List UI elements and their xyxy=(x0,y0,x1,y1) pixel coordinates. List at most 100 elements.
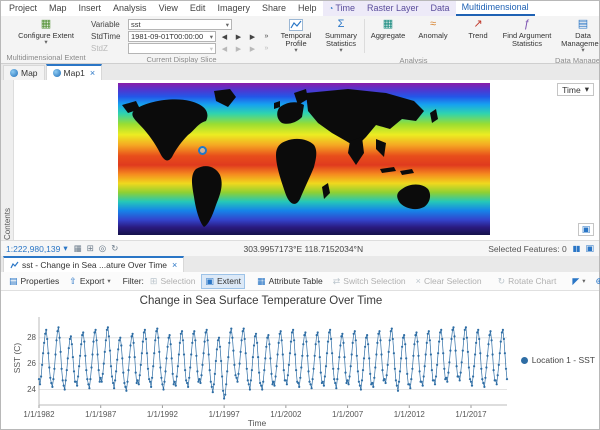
stdtime-label: StdTime xyxy=(91,32,125,41)
svg-text:26: 26 xyxy=(27,359,36,368)
sst-line-chart[interactable]: 2426281/1/19821/1/19871/1/19921/1/19971/… xyxy=(13,313,511,423)
rotate-chart-label: Rotate Chart xyxy=(508,276,556,286)
find-argument-statistics-label: Find Argument Statistics xyxy=(501,32,553,48)
chevron-down-icon: ▾ xyxy=(107,277,110,285)
group-label-analysis: Analysis xyxy=(274,55,553,64)
refresh-icon[interactable]: ↻ xyxy=(111,243,118,254)
stdz-step-forward-button: ▶ xyxy=(233,43,244,54)
coordinates-readout: 303.9957173°E 118.7152034°N xyxy=(243,244,363,254)
contents-pane-tab[interactable]: Contents xyxy=(1,80,14,240)
clock-icon: ◔ xyxy=(329,1,334,16)
stdtime-play-button[interactable]: ▶ xyxy=(247,31,258,42)
view-tab-map1-label: Map1 xyxy=(64,68,85,78)
view-tab-map1[interactable]: Map1 × xyxy=(46,64,103,80)
chart-pointer-tool-button[interactable]: ◤ ▾ xyxy=(568,274,589,289)
data-management-icon: ▤ xyxy=(576,18,590,31)
summary-statistics-button[interactable]: Σ Summary Statistics ▾ xyxy=(319,17,363,55)
switch-selection-icon: ⇄ xyxy=(333,276,341,287)
legend-dot xyxy=(521,357,528,364)
group-current-display-slice: Variable sst ▾ StdTime 1981-09-01T00:00:… xyxy=(90,17,273,63)
zoom-in-icon: ⊕ xyxy=(596,276,600,287)
chevron-down-icon: ▾ xyxy=(585,84,589,95)
filter-by-extent-button[interactable]: ▣ Extent xyxy=(201,274,245,289)
tab-multidimensional[interactable]: Multidimensional xyxy=(456,1,535,16)
aggregate-label: Aggregate xyxy=(371,32,406,40)
switch-selection-label: Switch Selection xyxy=(343,276,405,286)
tab-data[interactable]: Data xyxy=(425,1,456,16)
pause-drawing-icon[interactable]: ▮▮ xyxy=(573,244,580,253)
chevron-down-icon: ▾ xyxy=(210,33,213,41)
chart-panel-tab[interactable]: sst - Change in Sea ...ature Over Time × xyxy=(3,256,184,272)
tab-time[interactable]: ◔ Time xyxy=(323,1,362,16)
svg-text:28: 28 xyxy=(27,333,36,342)
data-management-button[interactable]: ▤ Data Management ▾ xyxy=(555,17,599,55)
chevron-down-icon: ▾ xyxy=(226,21,229,29)
configure-extent-button[interactable]: ▦ Configure Extent ▾ xyxy=(3,17,89,52)
tab-edit[interactable]: Edit xyxy=(184,1,212,16)
grid-toggle-icon[interactable]: ⊞ xyxy=(87,243,94,254)
tab-insert[interactable]: Insert xyxy=(73,1,108,16)
data-management-label: Data Management xyxy=(555,32,599,48)
temporal-profile-button[interactable]: Temporal Profile ▾ xyxy=(274,17,318,55)
time-dropdown-button[interactable]: Time ▾ xyxy=(557,83,594,96)
locate-icon[interactable]: ◎ xyxy=(99,243,106,254)
close-icon[interactable]: × xyxy=(90,68,95,78)
anomaly-label: Anomaly xyxy=(418,32,447,40)
tab-analysis[interactable]: Analysis xyxy=(107,1,153,16)
group-label-data-management: Data Management xyxy=(555,55,599,64)
variable-dropdown[interactable]: sst ▾ xyxy=(128,19,232,30)
map-canvas[interactable]: Time ▾ ▣ xyxy=(14,80,599,240)
aggregate-button[interactable]: ▦ Aggregate xyxy=(366,17,410,55)
chart-panel-tab-label: sst - Change in Sea ...ature Over Time xyxy=(22,260,167,270)
group-label-multidimensional-extent: Multidimensional Extent xyxy=(3,52,89,63)
legend-label: Location 1 - SST xyxy=(532,355,595,365)
stdtime-dropdown[interactable]: 1981-09-01T00:00:00 ▾ xyxy=(128,31,216,42)
filter-extent-label: Extent xyxy=(217,276,241,286)
chart-zoom-button[interactable]: ⊕ xyxy=(592,274,600,289)
find-argument-statistics-button[interactable]: ƒ Find Argument Statistics xyxy=(501,17,553,55)
chart-title: Change in Sea Surface Temperature Over T… xyxy=(31,295,491,307)
trend-label: Trend xyxy=(468,32,487,40)
tab-map[interactable]: Map xyxy=(43,1,73,16)
tab-help[interactable]: Help xyxy=(292,1,323,16)
chart-export-button[interactable]: ⇧ Export ▾ xyxy=(65,274,114,289)
cursor-icon: ◤ xyxy=(572,276,579,287)
view-tab-map-label: Map xyxy=(21,68,38,78)
map-icon xyxy=(10,69,18,77)
map-overview-button[interactable]: ▣ xyxy=(578,223,594,236)
chart-panel-tab-strip: sst - Change in Sea ...ature Over Time × xyxy=(1,256,599,272)
clear-selection-label: Clear Selection xyxy=(424,276,482,286)
temporal-profile-icon xyxy=(289,18,303,31)
tab-project[interactable]: Project xyxy=(3,1,43,16)
close-icon[interactable]: × xyxy=(172,260,177,270)
stdtime-step-back-button[interactable]: ◀ xyxy=(219,31,230,42)
map-status-bar: 1:222,980,139 ▾ ▦ ⊞ ◎ ↻ 303.9957173°E 11… xyxy=(1,240,599,256)
function-icon: ƒ xyxy=(520,18,534,31)
export-icon: ⇧ xyxy=(69,276,77,287)
chevron-down-icon: ▾ xyxy=(63,243,67,254)
contents-pane-label: Contents xyxy=(3,84,12,240)
tab-raster-layer[interactable]: Raster Layer xyxy=(361,1,425,16)
group-analysis: Temporal Profile ▾ Σ Summary Statistics … xyxy=(273,17,554,63)
tab-share[interactable]: Share xyxy=(256,1,292,16)
view-tab-map[interactable]: Map xyxy=(3,65,45,80)
anomaly-button[interactable]: ≈ Anomaly xyxy=(411,17,455,55)
stdtime-step-forward-button[interactable]: ▶ xyxy=(233,31,244,42)
scale-dropdown[interactable]: 1:222,980,139 ▾ xyxy=(6,243,68,254)
extent-icon: ▣ xyxy=(205,276,214,287)
trend-button[interactable]: ↗ Trend xyxy=(456,17,500,55)
chart-properties-button[interactable]: ▤ Properties xyxy=(5,274,63,289)
temporal-profile-label: Temporal Profile xyxy=(274,32,318,48)
snapping-icon[interactable]: ▦ xyxy=(74,243,82,254)
switch-selection-button: ⇄ Switch Selection xyxy=(329,274,410,289)
svg-text:24: 24 xyxy=(27,385,36,394)
tab-view[interactable]: View xyxy=(153,1,184,16)
tab-imagery[interactable]: Imagery xyxy=(211,1,256,16)
chart-x-axis-label: Time xyxy=(27,418,487,428)
view-mode-icon[interactable]: ▣ xyxy=(585,243,594,254)
table-icon: ▦ xyxy=(257,276,266,287)
stdtime-skip-end-button[interactable]: » xyxy=(261,31,272,42)
chart-body: Change in Sea Surface Temperature Over T… xyxy=(1,291,599,429)
chart-legend[interactable]: Location 1 - SST xyxy=(521,355,595,365)
attribute-table-button[interactable]: ▦ Attribute Table xyxy=(253,274,327,289)
